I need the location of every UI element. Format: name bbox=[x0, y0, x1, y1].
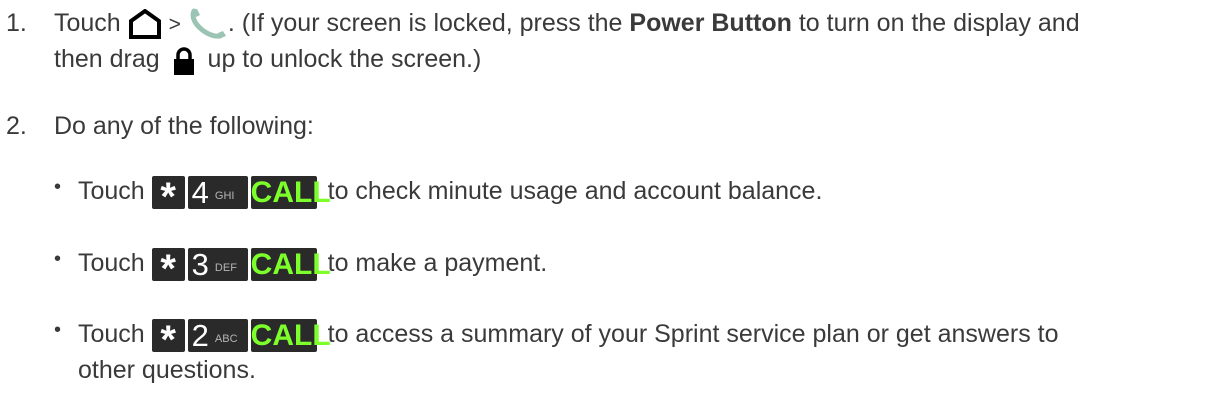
key-4: 4 GHI bbox=[187, 174, 248, 210]
lock-icon bbox=[173, 47, 194, 75]
bullet-text: other questions. bbox=[78, 356, 256, 385]
bullet-text: Touch bbox=[78, 177, 145, 205]
bullet-text: to make a payment. bbox=[327, 249, 548, 277]
key-2: 2 ABC bbox=[187, 317, 248, 353]
key-letters: GHI bbox=[214, 189, 235, 202]
list-item: • Touch * 4 GHI CALL to check minute usage … bbox=[0, 173, 1210, 218]
step-1: 1. Touch > . (If your screen is locked, … bbox=[0, 5, 1210, 78]
instructions: 1. Touch > . (If your screen is locked, … bbox=[0, 0, 1218, 413]
key-digit: 4 bbox=[191, 174, 209, 210]
step-text: Do any of the following: bbox=[54, 112, 314, 140]
home-icon bbox=[128, 9, 161, 40]
power-button-label: Power Button bbox=[629, 9, 792, 37]
bullet-text: Touch bbox=[78, 249, 145, 277]
step-text: then drag bbox=[54, 45, 160, 74]
bullet-dot: • bbox=[54, 319, 62, 341]
step-text: up to unlock the screen.) bbox=[207, 45, 482, 74]
key-digit: 3 bbox=[191, 246, 209, 282]
key-letters: DEF bbox=[214, 261, 237, 274]
bullet-text: Touch bbox=[78, 320, 145, 348]
step-number: 1. bbox=[6, 9, 27, 37]
call-key: CALL bbox=[250, 318, 331, 352]
step-text: . (If your screen is locked, press the bbox=[227, 9, 623, 37]
star-key: * bbox=[151, 247, 185, 290]
list-item: • Touch * 3 DEF CALL to make a payment. bbox=[0, 245, 1210, 290]
key-digit: 2 bbox=[191, 317, 209, 353]
separator: > bbox=[168, 13, 181, 36]
key-3: 3 DEF bbox=[187, 246, 248, 282]
bullet-text: to access a summary of your Sprint servi… bbox=[327, 320, 1059, 348]
call-key: CALL bbox=[250, 175, 331, 209]
phone-icon bbox=[190, 8, 226, 40]
list-item: • Touch * 2 ABC CALL to access a summary of… bbox=[0, 316, 1210, 389]
step-number: 2. bbox=[6, 112, 27, 140]
step-2: 2. Do any of the following: bbox=[0, 108, 1210, 144]
bullet-dot: • bbox=[54, 176, 62, 198]
step-text: to turn on the display and bbox=[798, 9, 1080, 37]
bullet-text: to check minute usage and account balanc… bbox=[327, 177, 823, 205]
bullet-dot: • bbox=[54, 248, 62, 270]
star-key: * bbox=[151, 318, 185, 361]
call-key: CALL bbox=[250, 247, 331, 281]
star-key: * bbox=[151, 175, 185, 218]
key-letters: ABC bbox=[214, 332, 238, 345]
step-text: Touch bbox=[54, 9, 121, 37]
